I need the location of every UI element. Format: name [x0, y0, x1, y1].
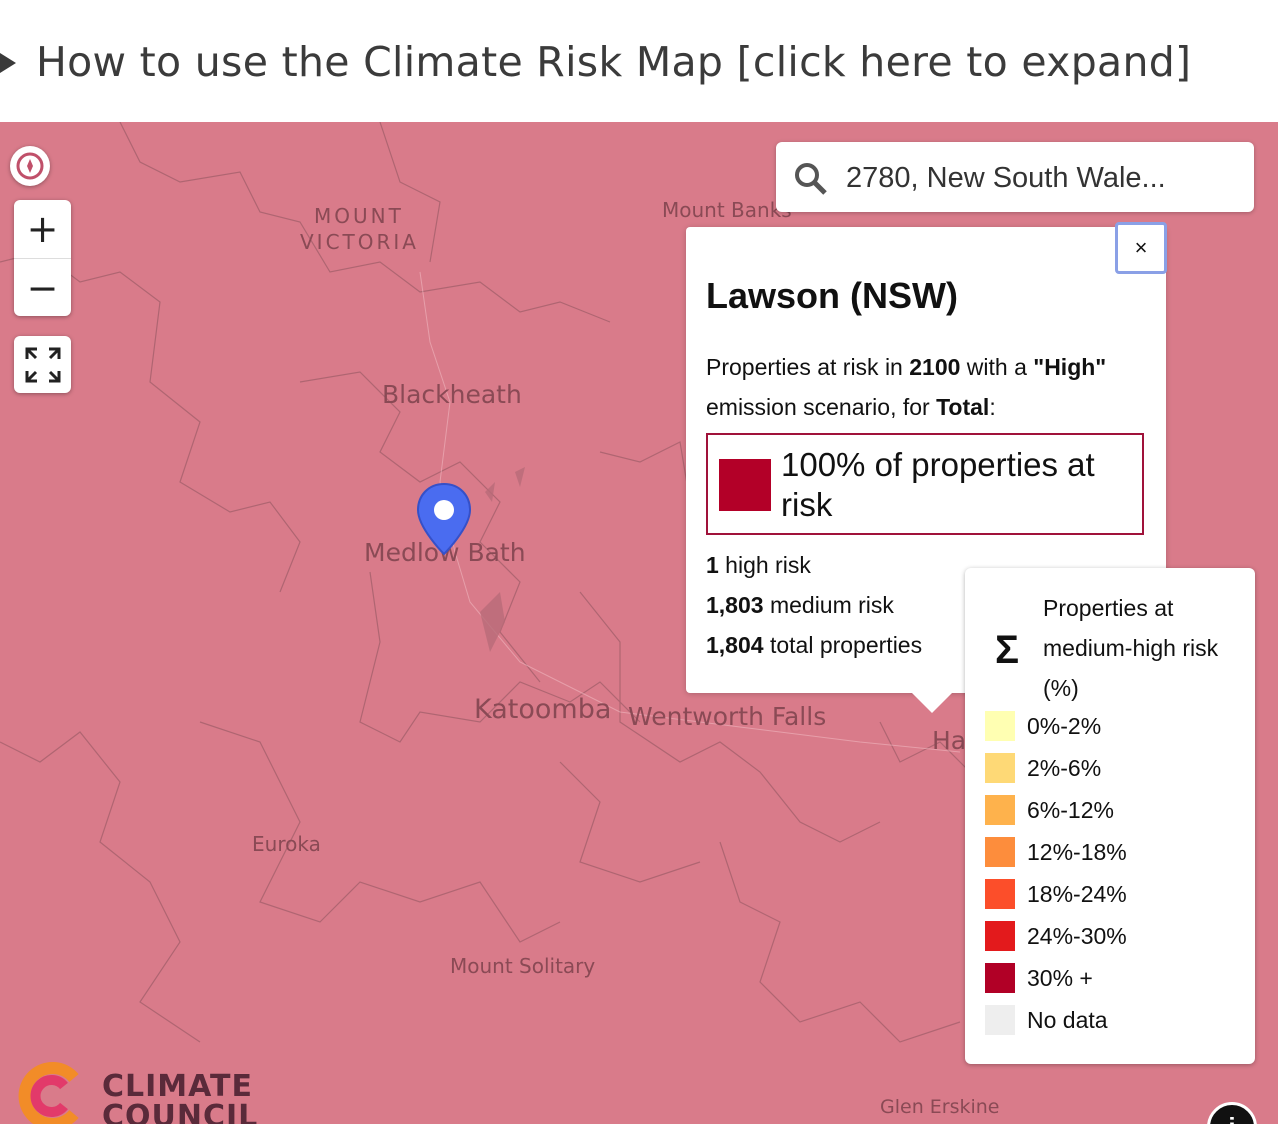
- place-mount-victoria-2: VICTORIA: [300, 230, 419, 254]
- legend-swatch: [985, 837, 1015, 867]
- location-pin-icon[interactable]: [416, 482, 472, 563]
- legend-item: 24%-30%: [985, 920, 1127, 952]
- legend-label: 6%-12%: [1027, 796, 1114, 823]
- total-count: 1,804: [706, 632, 764, 658]
- place-mount-solitary: Mount Solitary: [450, 954, 596, 978]
- desc-scenario: "High": [1033, 354, 1107, 380]
- legend-item: 6%-12%: [985, 794, 1114, 826]
- stat-medium-risk: 1,803 medium risk: [706, 592, 894, 619]
- place-mount-banks: Mount Banks: [662, 198, 792, 222]
- logo-wordmark: CLIMATE COUNCIL: [102, 1072, 258, 1124]
- risk-summary-box: 100% of properties at risk: [706, 433, 1144, 535]
- fullscreen-icon: [25, 347, 60, 382]
- legend-label: 12%-18%: [1027, 838, 1127, 865]
- legend-item: 2%-6%: [985, 752, 1101, 784]
- legend-swatch: [985, 753, 1015, 783]
- legend-item: No data: [985, 1004, 1108, 1036]
- legend-swatch: [985, 963, 1015, 993]
- zoom-control[interactable]: + −: [14, 200, 71, 316]
- desc-prefix: Properties at risk in: [706, 354, 910, 380]
- climate-council-logo: CLIMATE COUNCIL: [12, 1056, 257, 1124]
- expander-label[interactable]: How to use the Climate Risk Map [click h…: [36, 38, 1191, 86]
- place-euroka: Euroka: [252, 832, 321, 856]
- medium-label: medium risk: [763, 592, 894, 618]
- sigma-icon: Σ: [995, 628, 1020, 672]
- place-hazelbrook: Ha: [932, 726, 967, 755]
- legend-item: 18%-24%: [985, 878, 1127, 910]
- legend-title: Properties at medium-high risk (%): [1043, 595, 1219, 701]
- popup-tip: [912, 693, 952, 713]
- legend-label: 24%-30%: [1027, 922, 1127, 949]
- expand-triangle-icon[interactable]: [0, 53, 16, 73]
- high-count: 1: [706, 552, 719, 578]
- legend-item: 30% +: [985, 962, 1093, 994]
- legend-swatch: [985, 795, 1015, 825]
- legend-swatch: [985, 879, 1015, 909]
- legend-swatch: [985, 921, 1015, 951]
- logo-line1: CLIMATE: [102, 1069, 253, 1104]
- desc-colon: :: [989, 394, 996, 420]
- legend-label: 30% +: [1027, 964, 1093, 991]
- climate-council-logo-icon: [18, 1062, 79, 1124]
- popup-close-button[interactable]: ×: [1115, 222, 1167, 274]
- search-box[interactable]: [776, 142, 1254, 212]
- how-to-use-expander[interactable]: How to use the Climate Risk Map [click h…: [0, 0, 1278, 122]
- desc-mid: with a: [960, 354, 1034, 380]
- place-blackheath: Blackheath: [382, 380, 522, 409]
- search-input[interactable]: [844, 154, 1238, 202]
- search-icon: [795, 163, 827, 195]
- legend-label: 0%-2%: [1027, 712, 1102, 739]
- zoom-in-button[interactable]: +: [14, 200, 71, 258]
- stat-high-risk: 1 high risk: [706, 552, 811, 579]
- fullscreen-button[interactable]: [14, 336, 71, 393]
- stat-total-properties: 1,804 total properties: [706, 632, 922, 659]
- place-katoomba: Katoomba: [474, 694, 612, 725]
- risk-swatch: [719, 459, 771, 511]
- place-mount-victoria-1: MOUNT: [314, 204, 404, 228]
- legend-label: No data: [1027, 1006, 1108, 1033]
- desc-line2: emission scenario, for: [706, 394, 937, 420]
- legend-label: 18%-24%: [1027, 880, 1127, 907]
- place-glen-erskine: Glen Erskine: [880, 1096, 1000, 1118]
- legend-item: 12%-18%: [985, 836, 1127, 868]
- high-label: high risk: [718, 552, 811, 578]
- zoom-out-button[interactable]: −: [14, 259, 71, 317]
- desc-year: 2100: [909, 354, 961, 380]
- desc-category: Total: [936, 394, 990, 420]
- place-wentworth-falls: Wentworth Falls: [628, 702, 827, 731]
- popup-description: Properties at risk in 2100 with a "High"…: [706, 347, 1146, 427]
- logo-line2: COUNCIL: [102, 1099, 259, 1124]
- medium-count: 1,803: [706, 592, 764, 618]
- popup-title: Lawson (NSW): [706, 275, 958, 316]
- map-legend: Σ Properties at medium-high risk (%) 0%-…: [965, 568, 1255, 1064]
- legend-label: 2%-6%: [1027, 754, 1102, 781]
- climate-risk-map[interactable]: MOUNT VICTORIA Mount Banks Blackheath Me…: [0, 122, 1278, 1124]
- risk-text: 100% of properties at risk: [781, 446, 1095, 523]
- legend-swatch: [985, 1005, 1015, 1035]
- compass-icon: [16, 152, 44, 180]
- total-label: total properties: [763, 632, 923, 658]
- legend-item: 0%-2%: [985, 710, 1101, 742]
- legend-swatch: [985, 711, 1015, 741]
- compass-button[interactable]: [10, 146, 50, 186]
